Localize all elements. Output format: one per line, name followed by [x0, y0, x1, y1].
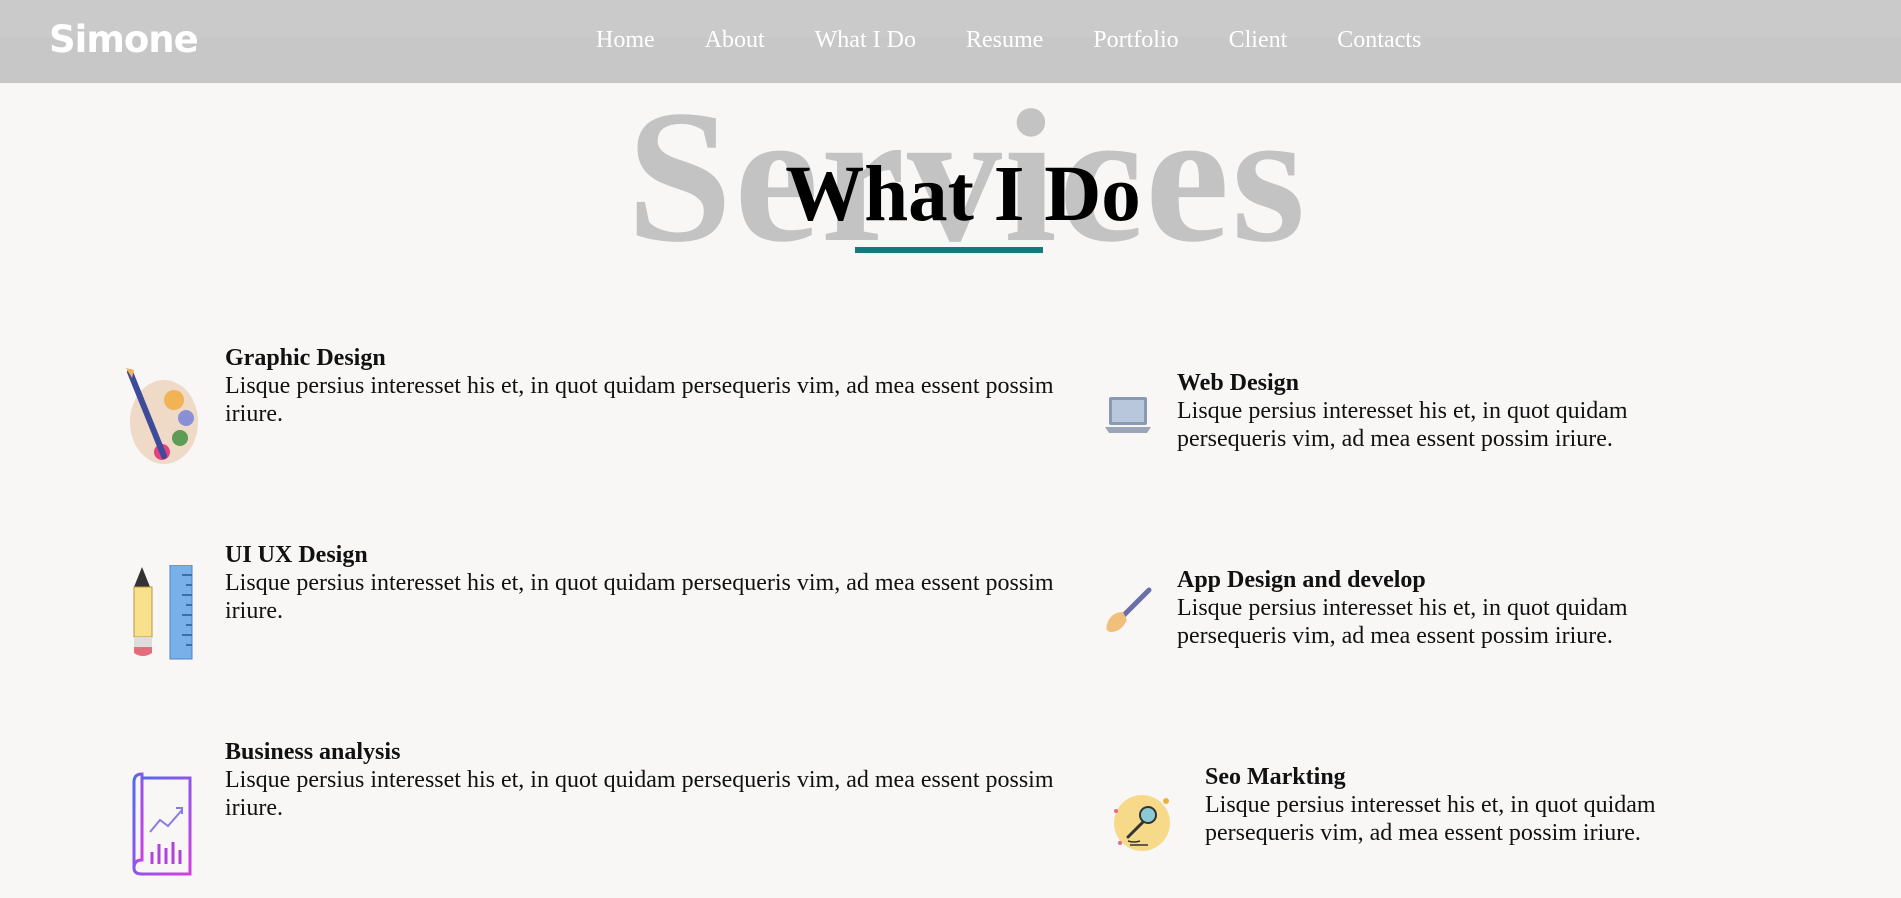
service-title: Business analysis [225, 739, 401, 765]
nav-client[interactable]: Client [1229, 24, 1288, 56]
title-underline [855, 247, 1043, 253]
service-title: Seo Markting [1205, 764, 1346, 790]
nav-portfolio[interactable]: Portfolio [1093, 24, 1178, 56]
service-description: Lisque persius interesset his et, in quo… [1205, 792, 1656, 846]
service-business-analysis: Business analysis Lisque persius interes… [124, 738, 1054, 881]
service-title: Web Design [1177, 370, 1300, 396]
brand-logo[interactable]: Simone [49, 18, 199, 61]
service-title: UI UX Design [225, 542, 368, 568]
navbar: Simone Home About What I Do Resume Portf… [0, 0, 1901, 83]
service-description: Lisque persius interesset his et, in quo… [225, 570, 1054, 624]
service-graphic-design: Graphic Design Lisque persius interesset… [124, 344, 1054, 464]
service-description: Lisque persius interesset his et, in quo… [225, 767, 1054, 821]
nav-home[interactable]: Home [596, 24, 655, 56]
service-description: Lisque persius interesset his et, in quo… [1177, 398, 1628, 452]
service-web-design: Web Design Lisque persius interesset his… [1103, 369, 1703, 469]
service-title: Graphic Design [225, 345, 386, 371]
service-ui-ux-design: UI UX Design Lisque persius interesset h… [124, 541, 1054, 661]
nav-what-i-do[interactable]: What I Do [815, 24, 916, 56]
palette-icon [124, 368, 200, 469]
service-description: Lisque persius interesset his et, in quo… [1177, 595, 1628, 649]
pencil-ruler-icon [132, 564, 196, 666]
nav-resume[interactable]: Resume [966, 24, 1043, 56]
main-nav: Home About What I Do Resume Portfolio Cl… [596, 24, 1471, 56]
service-title: App Design and develop [1177, 567, 1426, 593]
laptop-icon [1103, 393, 1153, 442]
microphone-icon [1110, 791, 1174, 860]
nav-about[interactable]: About [705, 24, 765, 56]
nav-contacts[interactable]: Contacts [1337, 24, 1421, 56]
chart-book-icon [130, 772, 194, 881]
section-title: What I Do [785, 151, 1141, 238]
brush-icon [1103, 586, 1153, 641]
service-description: Lisque persius interesset his et, in quo… [225, 373, 1054, 427]
service-app-design: App Design and develop Lisque persius in… [1103, 566, 1703, 666]
service-seo-marketing: Seo Markting Lisque persius interesset h… [1110, 763, 1710, 863]
